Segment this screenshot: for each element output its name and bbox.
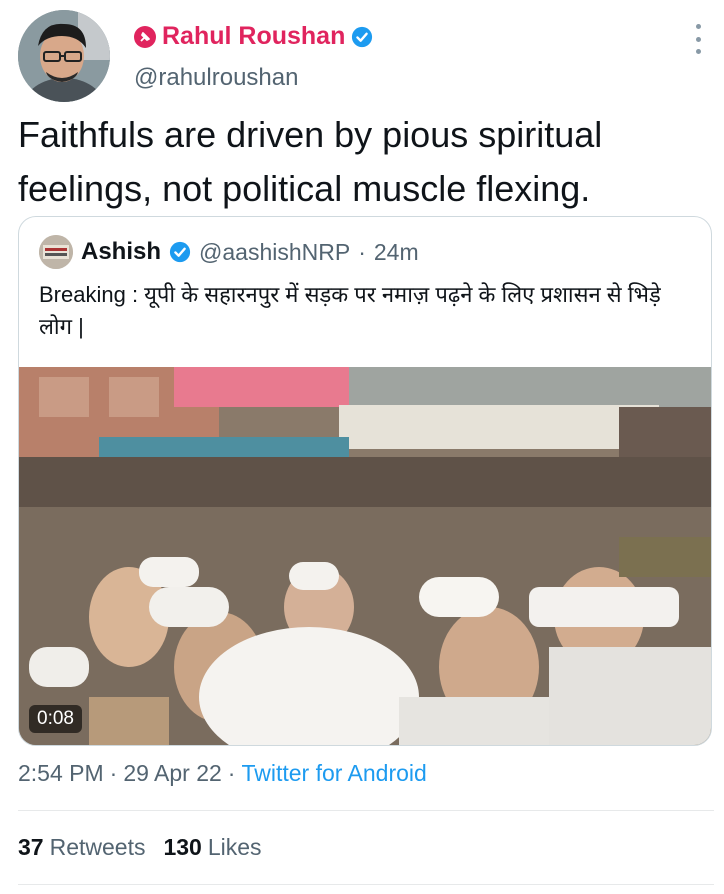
likes-count: 130: [163, 834, 202, 860]
quoted-author-handle[interactable]: @aashishNRP: [199, 239, 350, 266]
divider: [18, 884, 714, 885]
tweet-source-link[interactable]: Twitter for Android: [241, 760, 426, 787]
video-thumbnail[interactable]: 0:08: [19, 367, 711, 745]
quoted-author-name[interactable]: Ashish: [81, 238, 161, 266]
quoted-tweet-header: Ashish @aashishNRP · 24m: [39, 235, 419, 269]
retweets-label: Retweets: [49, 834, 146, 860]
retweets-count: 37: [18, 834, 44, 860]
author-name-row[interactable]: Rahul Roushan: [134, 22, 373, 51]
retweets-stat[interactable]: 37 Retweets: [18, 834, 145, 861]
author-handle[interactable]: @rahulroushan: [134, 64, 298, 92]
likes-label: Likes: [207, 834, 262, 860]
tweet-meta: 2:54 PM · 29 Apr 22 · Twitter for Androi…: [18, 760, 427, 787]
separator-dot: ·: [358, 238, 366, 265]
separator-dot: ·: [109, 760, 118, 786]
tweet-text: Faithfuls are driven by pious spiritual …: [18, 114, 603, 209]
divider: [18, 810, 714, 811]
engagement-stats: 37 Retweets 130 Likes: [18, 834, 262, 861]
verified-badge-icon: [352, 26, 373, 47]
quoted-author-avatar[interactable]: [39, 235, 73, 269]
more-options-icon[interactable]: [688, 24, 708, 54]
avatar-image: [18, 10, 110, 102]
author-avatar[interactable]: [18, 10, 110, 102]
tweet-time[interactable]: 2:54 PM: [18, 760, 104, 787]
quoted-tweet-time[interactable]: 24m: [374, 239, 419, 266]
video-duration-badge: 0:08: [29, 705, 82, 733]
verified-badge-icon: [169, 241, 191, 263]
video-frame-image: [19, 367, 711, 745]
separator-dot: ·: [227, 760, 236, 786]
tweet-date[interactable]: 29 Apr 22: [123, 760, 221, 787]
likes-stat[interactable]: 130 Likes: [163, 834, 261, 861]
pin-icon: [134, 25, 156, 48]
quoted-tweet-card[interactable]: Ashish @aashishNRP · 24m Breaking : यूपी…: [18, 216, 712, 746]
quoted-tweet-text: Breaking : यूपी के सहारनपुर में सड़क पर …: [39, 282, 661, 339]
author-name[interactable]: Rahul Roushan: [162, 22, 345, 51]
